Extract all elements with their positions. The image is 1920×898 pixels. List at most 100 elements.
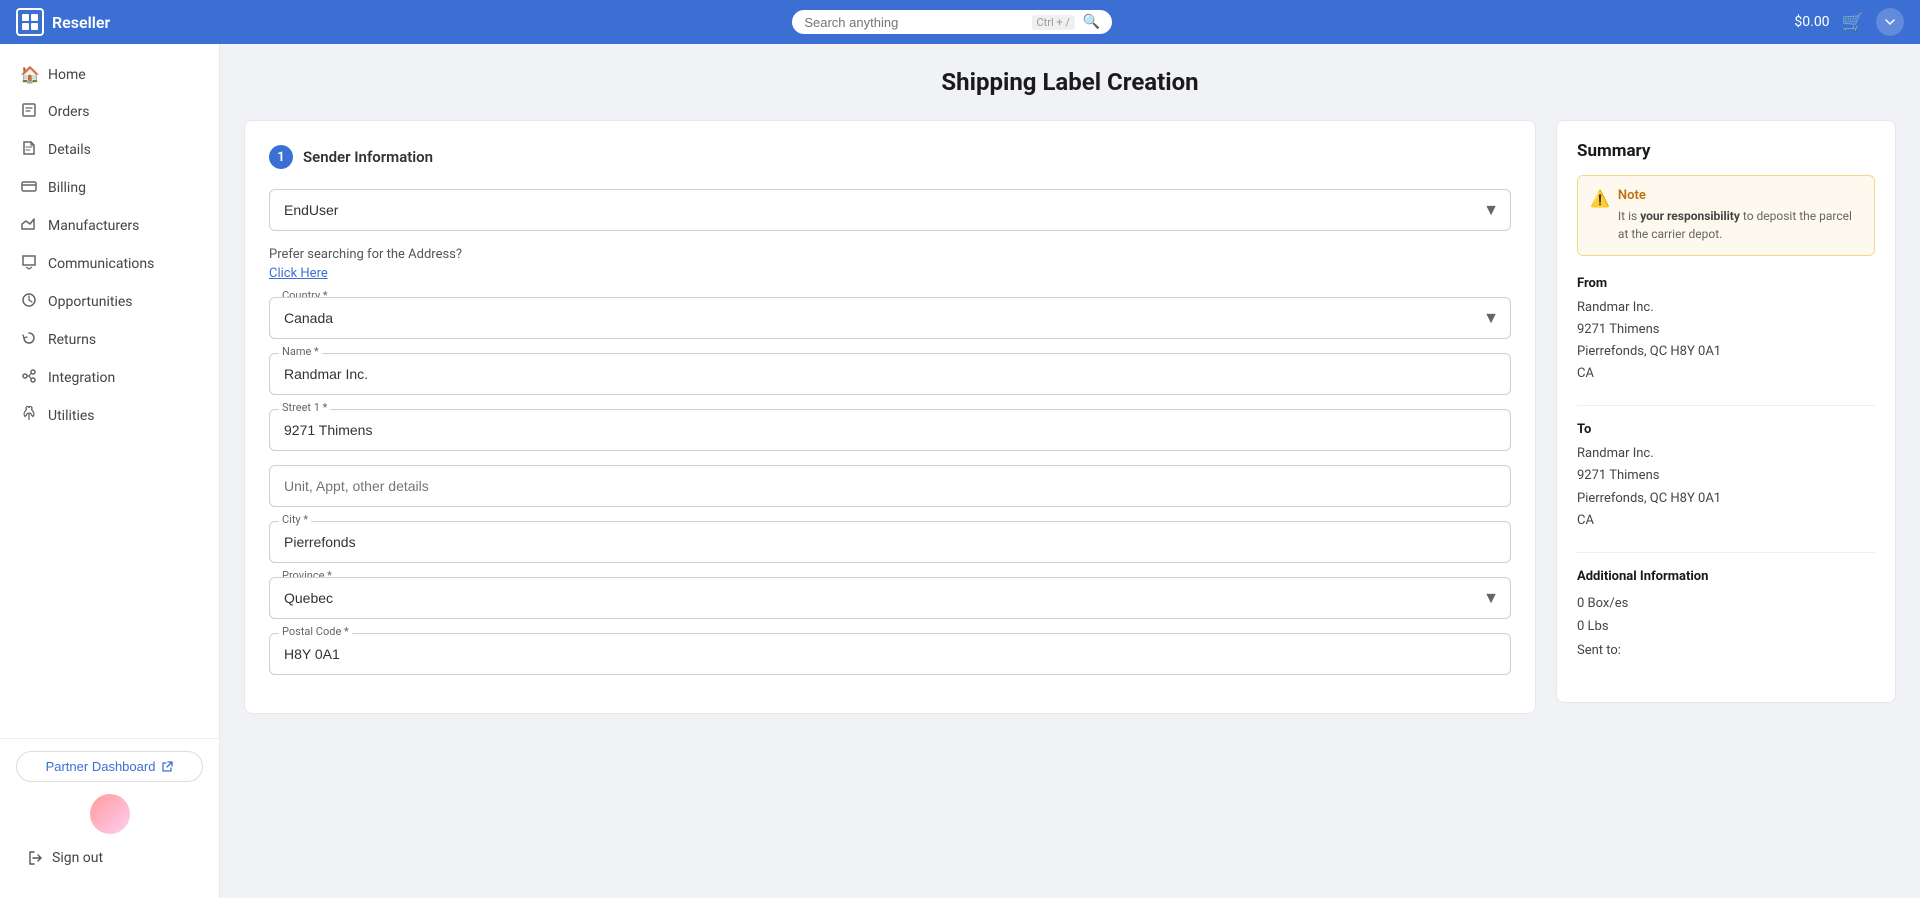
- logo-icon: [16, 8, 44, 36]
- from-label: From: [1577, 276, 1875, 291]
- street1-label: Street 1 *: [279, 401, 330, 414]
- sidebar-label-orders: Orders: [48, 104, 90, 120]
- street1-field-group: Street 1 *: [269, 409, 1511, 451]
- summary-divider-2: [1577, 552, 1875, 553]
- sidebar-navigation: 🏠 Home Orders: [0, 56, 219, 738]
- city-input[interactable]: [269, 521, 1511, 563]
- app-logo: Reseller: [16, 8, 110, 36]
- external-link-icon: [161, 761, 173, 773]
- boxes-info: 0 Box/es: [1577, 592, 1875, 615]
- top-navigation: Reseller Ctrl + / 🔍 $0.00 🛒: [0, 0, 1920, 44]
- weight-info: 0 Lbs: [1577, 615, 1875, 638]
- click-here-link[interactable]: Click Here: [269, 266, 1511, 281]
- sidebar-item-details[interactable]: Details: [0, 131, 219, 169]
- street2-field-group: [269, 465, 1511, 507]
- partner-dashboard-label: Partner Dashboard: [46, 759, 156, 774]
- search-address-text: Prefer searching for the Address?: [269, 247, 1511, 262]
- home-icon: 🏠: [20, 65, 38, 84]
- additional-info-section: Additional Information 0 Box/es 0 Lbs Se…: [1577, 569, 1875, 662]
- country-select-wrapper: Canada ▼: [269, 297, 1511, 339]
- manufacturers-icon: [20, 216, 38, 236]
- search-input[interactable]: [804, 15, 1023, 30]
- sidebar-item-opportunities[interactable]: Opportunities: [0, 283, 219, 321]
- sidebar-item-billing[interactable]: Billing: [0, 169, 219, 207]
- sidebar-label-home: Home: [48, 67, 86, 83]
- partner-dashboard-button[interactable]: Partner Dashboard: [16, 751, 203, 782]
- user-menu-button[interactable]: [1876, 8, 1904, 36]
- billing-icon: [20, 178, 38, 198]
- postal-field-group: Postal Code *: [269, 633, 1511, 675]
- sender-select[interactable]: EndUser: [269, 189, 1511, 231]
- user-avatar: [90, 794, 130, 834]
- orders-icon: [20, 102, 38, 122]
- main-content: Shipping Label Creation 1 Sender Informa…: [220, 44, 1920, 898]
- sign-out-icon: [28, 850, 44, 866]
- sidebar: 🏠 Home Orders: [0, 44, 220, 898]
- summary-title: Summary: [1577, 141, 1875, 161]
- sidebar-item-manufacturers[interactable]: Manufacturers: [0, 207, 219, 245]
- step-badge: 1: [269, 145, 293, 169]
- from-line2: 9271 Thimens: [1577, 319, 1875, 341]
- sidebar-item-orders[interactable]: Orders: [0, 93, 219, 131]
- country-select[interactable]: Canada: [269, 297, 1511, 339]
- content-area: 1 Sender Information EndUser ▼ Prefer se…: [244, 120, 1896, 714]
- sidebar-item-integration[interactable]: Integration: [0, 359, 219, 397]
- note-text: It is your responsibility to deposit the…: [1618, 207, 1862, 243]
- sidebar-item-returns[interactable]: Returns: [0, 321, 219, 359]
- name-input[interactable]: [269, 353, 1511, 395]
- search-bar[interactable]: Ctrl + / 🔍: [792, 10, 1112, 34]
- top-nav-right: $0.00 🛒: [1794, 8, 1904, 36]
- summary-panel: Summary ⚠️ Note It is your responsibilit…: [1556, 120, 1896, 703]
- sidebar-label-communications: Communications: [48, 256, 154, 272]
- sidebar-label-utilities: Utilities: [48, 408, 95, 424]
- sidebar-item-communications[interactable]: Communications: [0, 245, 219, 283]
- sidebar-label-details: Details: [48, 142, 91, 158]
- to-label: To: [1577, 422, 1875, 437]
- from-line1: Randmar Inc.: [1577, 297, 1875, 319]
- sidebar-label-opportunities: Opportunities: [48, 294, 133, 310]
- from-address: Randmar Inc. 9271 Thimens Pierrefonds, Q…: [1577, 297, 1875, 385]
- from-line3: Pierrefonds, QC H8Y 0A1: [1577, 341, 1875, 363]
- country-field-group: Country * Canada ▼: [269, 297, 1511, 339]
- integration-icon: [20, 368, 38, 388]
- street2-input[interactable]: [269, 465, 1511, 507]
- to-line1: Randmar Inc.: [1577, 443, 1875, 465]
- search-icon: 🔍: [1083, 14, 1100, 30]
- opportunities-icon: [20, 292, 38, 312]
- to-address: Randmar Inc. 9271 Thimens Pierrefonds, Q…: [1577, 443, 1875, 531]
- sender-select-wrapper: EndUser ▼: [269, 189, 1511, 231]
- note-content: Note It is your responsibility to deposi…: [1618, 188, 1862, 243]
- to-section: To Randmar Inc. 9271 Thimens Pierrefonds…: [1577, 422, 1875, 531]
- name-field-group: Name *: [269, 353, 1511, 395]
- province-select[interactable]: Quebec: [269, 577, 1511, 619]
- to-line3: Pierrefonds, QC H8Y 0A1: [1577, 488, 1875, 510]
- sign-out-label: Sign out: [52, 850, 103, 866]
- app-name: Reseller: [52, 13, 110, 32]
- search-shortcut: Ctrl + /: [1032, 15, 1075, 30]
- from-line4: CA: [1577, 363, 1875, 385]
- sidebar-item-home[interactable]: 🏠 Home: [0, 56, 219, 93]
- postal-input[interactable]: [269, 633, 1511, 675]
- sent-to-info: Sent to:: [1577, 639, 1875, 662]
- sidebar-label-returns: Returns: [48, 332, 96, 348]
- communications-icon: [20, 254, 38, 274]
- cart-icon[interactable]: 🛒: [1842, 12, 1864, 33]
- cart-amount: $0.00: [1794, 14, 1829, 30]
- note-title: Note: [1618, 188, 1862, 203]
- returns-icon: [20, 330, 38, 350]
- details-icon: [20, 140, 38, 160]
- sidebar-bottom: Partner Dashboard Sign out: [0, 738, 219, 886]
- sign-out-button[interactable]: Sign out: [16, 842, 203, 874]
- sidebar-item-utilities[interactable]: Utilities: [0, 397, 219, 435]
- name-label: Name *: [279, 345, 322, 358]
- sidebar-label-manufacturers: Manufacturers: [48, 218, 139, 234]
- to-line2: 9271 Thimens: [1577, 465, 1875, 487]
- section-header: 1 Sender Information: [269, 145, 1511, 169]
- additional-info-title: Additional Information: [1577, 569, 1875, 584]
- form-card: 1 Sender Information EndUser ▼ Prefer se…: [244, 120, 1536, 714]
- note-box: ⚠️ Note It is your responsibility to dep…: [1577, 175, 1875, 256]
- street1-input[interactable]: [269, 409, 1511, 451]
- city-label: City *: [279, 513, 311, 526]
- utilities-icon: [20, 406, 38, 426]
- summary-divider: [1577, 405, 1875, 406]
